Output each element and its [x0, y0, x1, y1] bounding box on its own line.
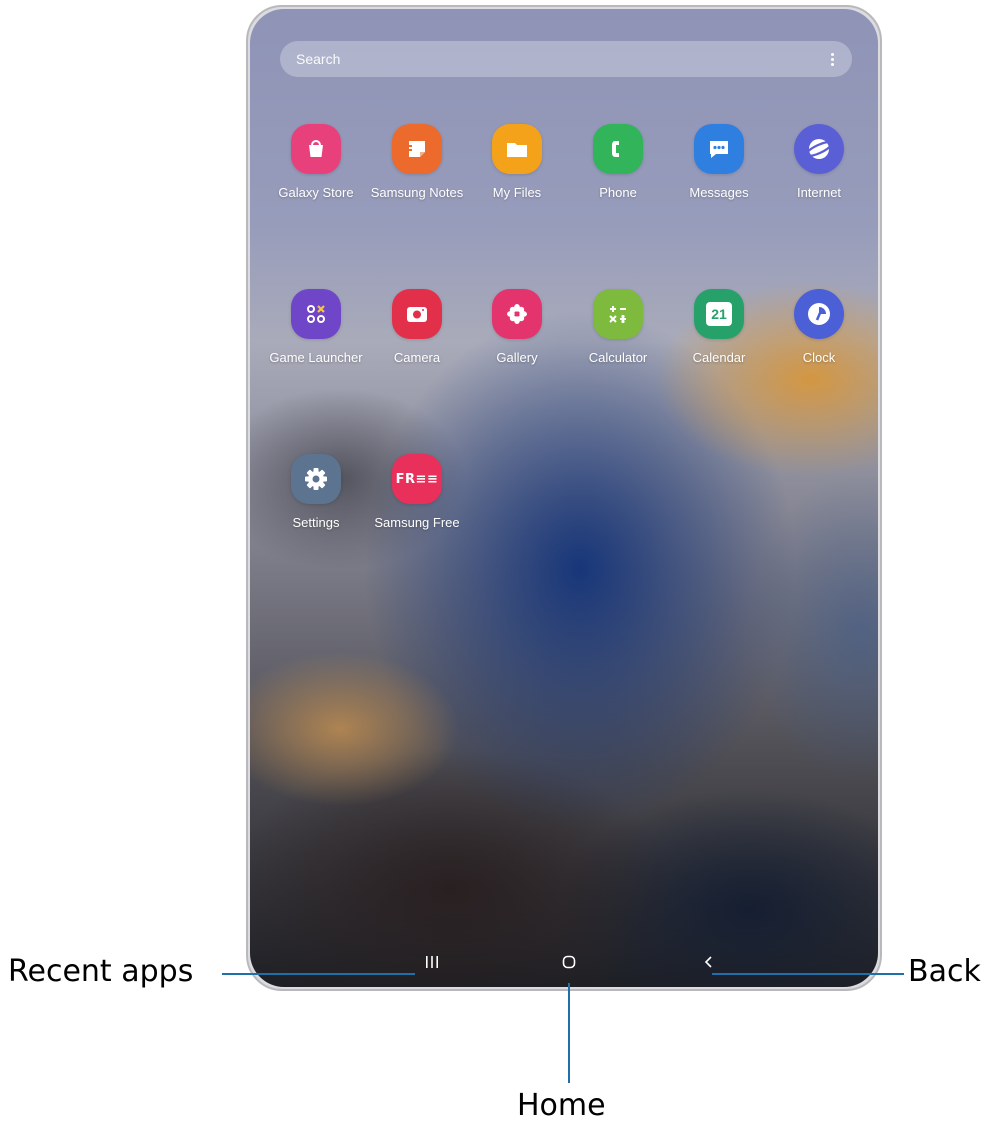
- more-options-icon[interactable]: [829, 49, 836, 70]
- samsung-free-icon: FR≡≡: [392, 454, 442, 504]
- app-settings[interactable]: Settings: [266, 454, 366, 530]
- folder-icon: [492, 124, 542, 174]
- search-bar[interactable]: Search: [280, 41, 852, 77]
- back-icon: [704, 956, 712, 968]
- game-launcher-icon: [291, 289, 341, 339]
- calculator-icon: [593, 289, 643, 339]
- samsung-free-wordmark: FR≡≡: [395, 471, 439, 487]
- app-label: Phone: [599, 185, 637, 200]
- app-label: Game Launcher: [269, 350, 363, 365]
- navigation-bar: [250, 927, 878, 987]
- phone-icon: [593, 124, 643, 174]
- calendar-day: 21: [706, 302, 732, 326]
- recent-apps-icon: [426, 956, 438, 968]
- app-label: Internet: [796, 185, 842, 200]
- home-callout: Home: [517, 1088, 606, 1123]
- clock-icon: [794, 289, 844, 339]
- gallery-icon: [492, 289, 542, 339]
- app-label: My Files: [492, 185, 542, 200]
- app-galaxy-store[interactable]: Galaxy Store: [266, 124, 366, 200]
- app-my-files[interactable]: My Files: [467, 124, 567, 200]
- app-label: Settings: [292, 515, 340, 530]
- camera-icon: [392, 289, 442, 339]
- messages-icon: [694, 124, 744, 174]
- home-callout-line: [568, 983, 570, 1083]
- apps-screen: Search Galaxy Store Samsung Notes My Fil…: [250, 9, 878, 987]
- tablet-frame: Search Galaxy Store Samsung Notes My Fil…: [246, 5, 882, 991]
- app-label: Galaxy Store: [278, 185, 354, 200]
- app-game-launcher[interactable]: Game Launcher: [266, 289, 366, 365]
- app-samsung-notes[interactable]: Samsung Notes: [367, 124, 467, 200]
- app-samsung-free[interactable]: FR≡≡ Samsung Free: [367, 454, 467, 530]
- app-label: Calendar: [692, 350, 746, 365]
- back-callout: Back: [908, 954, 981, 989]
- recent-apps-callout-line: [222, 973, 415, 975]
- home-icon: [562, 955, 576, 969]
- search-placeholder: Search: [296, 51, 341, 67]
- app-clock[interactable]: Clock: [769, 289, 869, 365]
- back-button[interactable]: [698, 951, 720, 973]
- app-phone[interactable]: Phone: [568, 124, 668, 200]
- app-label: Gallery: [496, 350, 538, 365]
- app-label: Calculator: [588, 350, 648, 365]
- app-label: Samsung Free: [374, 515, 460, 530]
- app-label: Messages: [689, 185, 749, 200]
- samsung-notes-icon: [392, 124, 442, 174]
- recent-apps-button[interactable]: [421, 951, 443, 973]
- app-camera[interactable]: Camera: [367, 289, 467, 365]
- app-label: Clock: [802, 350, 836, 365]
- home-button[interactable]: [558, 951, 580, 973]
- app-messages[interactable]: Messages: [669, 124, 769, 200]
- back-callout-line: [712, 973, 904, 975]
- app-label: Camera: [393, 350, 441, 365]
- app-calendar[interactable]: 21 Calendar: [669, 289, 769, 365]
- gear-icon: [291, 454, 341, 504]
- recent-apps-callout: Recent apps: [8, 954, 194, 989]
- app-calculator[interactable]: Calculator: [568, 289, 668, 365]
- galaxy-store-icon: [291, 124, 341, 174]
- app-gallery[interactable]: Gallery: [467, 289, 567, 365]
- app-label: Samsung Notes: [370, 185, 464, 200]
- internet-icon: [794, 124, 844, 174]
- calendar-icon: 21: [694, 289, 744, 339]
- app-internet[interactable]: Internet: [769, 124, 869, 200]
